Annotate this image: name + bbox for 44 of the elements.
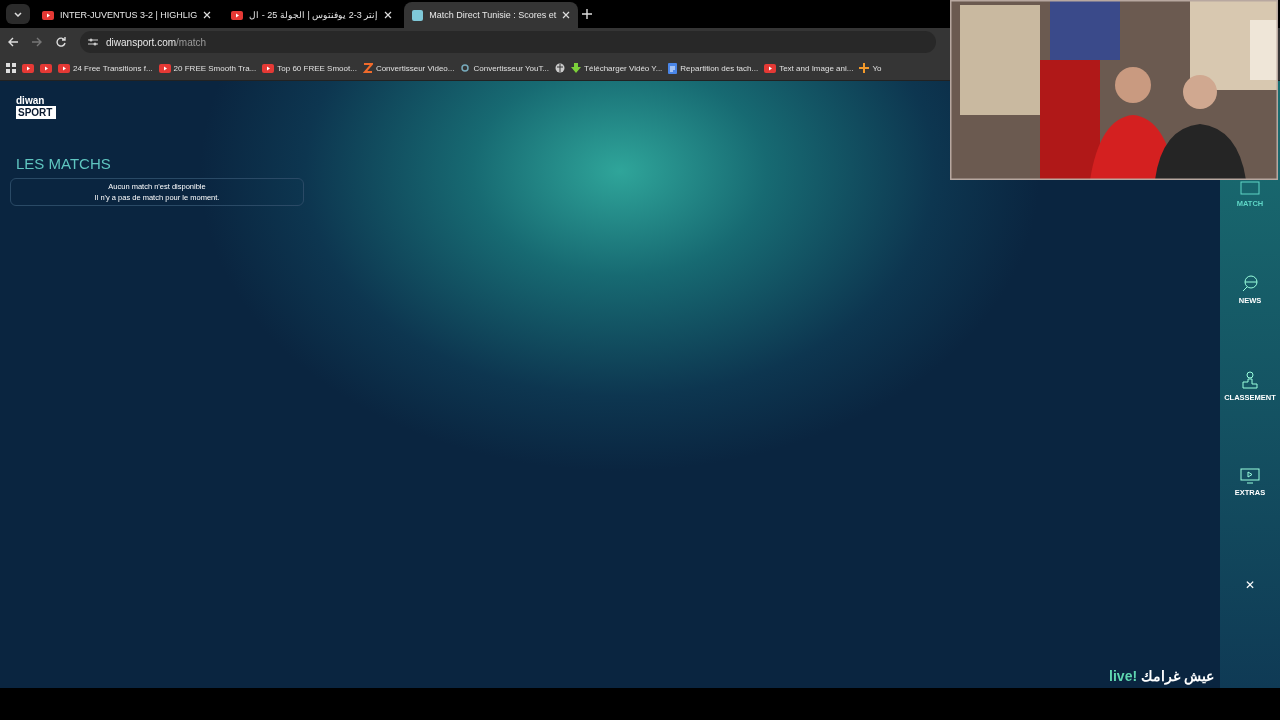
close-icon[interactable] <box>384 11 393 19</box>
bookmark[interactable] <box>40 63 52 73</box>
close-icon[interactable] <box>203 11 212 19</box>
chevron-down-icon <box>14 11 22 17</box>
video-icon <box>40 63 52 73</box>
reload-icon[interactable] <box>56 37 66 47</box>
tab-list-button[interactable] <box>6 4 30 24</box>
video-icon <box>58 63 70 73</box>
video-icon <box>42 10 54 20</box>
video-icon <box>22 63 34 73</box>
browser-tab[interactable]: INTER-JUVENTUS 3-2 | HIGHLIG <box>34 2 220 28</box>
bookmark[interactable]: 20 FREE Smooth Tra... <box>158 63 257 73</box>
back-icon[interactable] <box>8 37 18 47</box>
video-icon <box>1240 468 1260 484</box>
bookmark[interactable]: Top 60 FREE Smoot... <box>262 63 357 73</box>
browser-tab[interactable]: إنتر 3-2 يوفنتوس | الجولة 25 - ال <box>223 2 401 28</box>
match-icon <box>1240 181 1260 195</box>
forward-icon[interactable] <box>32 37 42 47</box>
z-icon <box>362 63 373 73</box>
bookmark[interactable]: Télécharger Vidéo Y... <box>571 63 663 73</box>
section-heading: LES MATCHS <box>16 155 112 172</box>
bookmark[interactable]: Convertisseur YouT... <box>460 63 550 73</box>
document-icon <box>668 62 678 74</box>
plus-icon[interactable] <box>582 9 593 19</box>
video-icon <box>262 63 275 73</box>
bookmark[interactable]: 24 Free Transitions f... <box>58 63 153 73</box>
bookmark[interactable]: Yo <box>859 63 882 73</box>
site-settings-icon <box>88 38 98 46</box>
bookmark[interactable]: Convertisseur Video... <box>362 63 455 73</box>
video-icon <box>764 63 777 73</box>
video-icon <box>158 63 171 73</box>
download-icon <box>571 63 582 73</box>
bookmark[interactable]: Text and Image ani... <box>764 63 854 73</box>
video-icon <box>231 10 244 20</box>
url-text: diwansport.com/match <box>106 36 207 48</box>
bookmark[interactable] <box>22 63 34 73</box>
site-icon <box>412 9 424 21</box>
close-icon[interactable] <box>562 11 571 19</box>
bookmark[interactable]: Repartition des tach... <box>668 62 759 74</box>
address-field[interactable]: diwansport.com/match <box>80 31 936 53</box>
podium-icon <box>1241 371 1259 389</box>
browser-tab[interactable]: Match Direct Tunisie : Scores et <box>404 2 579 28</box>
close-button[interactable]: ✕ <box>1245 578 1255 592</box>
apps-icon[interactable] <box>6 63 16 73</box>
